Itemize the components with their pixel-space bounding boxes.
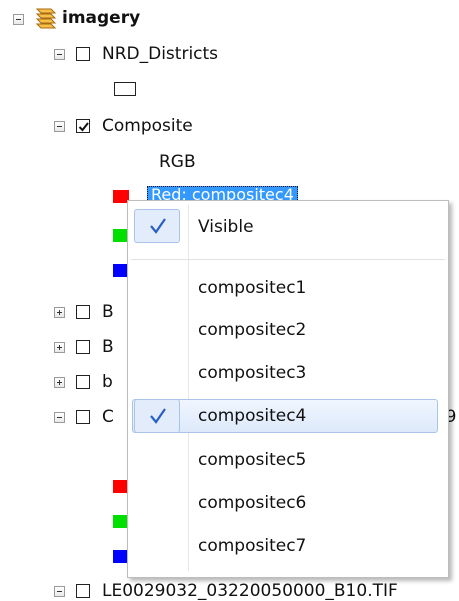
visibility-checkbox-layer-3[interactable] bbox=[76, 375, 90, 389]
expand-toggle-layer-3[interactable] bbox=[54, 377, 65, 388]
menu-item-label: compositec1 bbox=[198, 278, 307, 298]
menu-separator bbox=[131, 259, 445, 260]
menu-item-compositec4[interactable]: compositec4 bbox=[128, 399, 446, 433]
menu-item-compositec3[interactable]: compositec3 bbox=[128, 356, 446, 390]
visibility-checkbox-layer-1[interactable] bbox=[76, 305, 90, 319]
menu-item-compositec1[interactable]: compositec1 bbox=[128, 271, 446, 305]
layer-label-composite[interactable]: Composite bbox=[102, 116, 193, 136]
layer-label-2[interactable]: B bbox=[102, 337, 114, 357]
layer-label-5[interactable]: LE0029032_03220050000_B10.TIF bbox=[102, 581, 398, 601]
layers-icon bbox=[31, 8, 57, 32]
menu-item-visible[interactable]: Visible bbox=[128, 207, 446, 245]
expand-toggle-layer-2[interactable] bbox=[54, 342, 65, 353]
visibility-checkbox-layer-2[interactable] bbox=[76, 340, 90, 354]
visibility-checkbox-composite[interactable] bbox=[76, 119, 90, 133]
collapse-toggle-layer-5[interactable] bbox=[54, 586, 65, 597]
collapse-toggle-composite[interactable] bbox=[54, 121, 65, 132]
visibility-checkbox-nrd-districts[interactable] bbox=[76, 47, 90, 61]
layer-label-3[interactable]: b bbox=[102, 372, 113, 392]
menu-item-compositec7[interactable]: compositec7 bbox=[128, 529, 446, 563]
menu-item-label: compositec6 bbox=[198, 493, 307, 513]
collapse-toggle-imagery[interactable] bbox=[13, 14, 24, 25]
renderer-label-rgb: RGB bbox=[159, 152, 196, 172]
menu-item-compositec6[interactable]: compositec6 bbox=[128, 486, 446, 520]
menu-item-label: compositec2 bbox=[198, 320, 307, 340]
menu-item-compositec2[interactable]: compositec2 bbox=[128, 313, 446, 347]
menu-item-label: compositec5 bbox=[198, 450, 307, 470]
menu-item-label: compositec7 bbox=[198, 536, 307, 556]
layer-label-1[interactable]: B bbox=[102, 302, 114, 322]
visibility-checkbox-layer-5[interactable] bbox=[76, 584, 90, 598]
visibility-checkbox-layer-4[interactable] bbox=[76, 410, 90, 424]
checkmark-icon bbox=[149, 407, 167, 425]
band-context-menu: Visible compositec1 compositec2 composit… bbox=[127, 200, 449, 578]
group-layer-label-imagery[interactable]: imagery bbox=[62, 8, 140, 28]
checkmark-icon bbox=[149, 217, 167, 235]
menu-item-visible-label: Visible bbox=[198, 217, 254, 237]
symbol-swatch-nrd bbox=[114, 82, 136, 96]
collapse-toggle-nrd-districts[interactable] bbox=[54, 49, 65, 60]
menu-item-label: compositec3 bbox=[198, 363, 307, 383]
layer-label-nrd-districts[interactable]: NRD_Districts bbox=[102, 44, 218, 64]
layer-label-4[interactable]: C bbox=[102, 407, 114, 427]
collapse-toggle-layer-4[interactable] bbox=[54, 412, 65, 423]
menu-item-compositec5[interactable]: compositec5 bbox=[128, 443, 446, 477]
menu-item-label: compositec4 bbox=[198, 406, 307, 426]
expand-toggle-layer-1[interactable] bbox=[54, 307, 65, 318]
